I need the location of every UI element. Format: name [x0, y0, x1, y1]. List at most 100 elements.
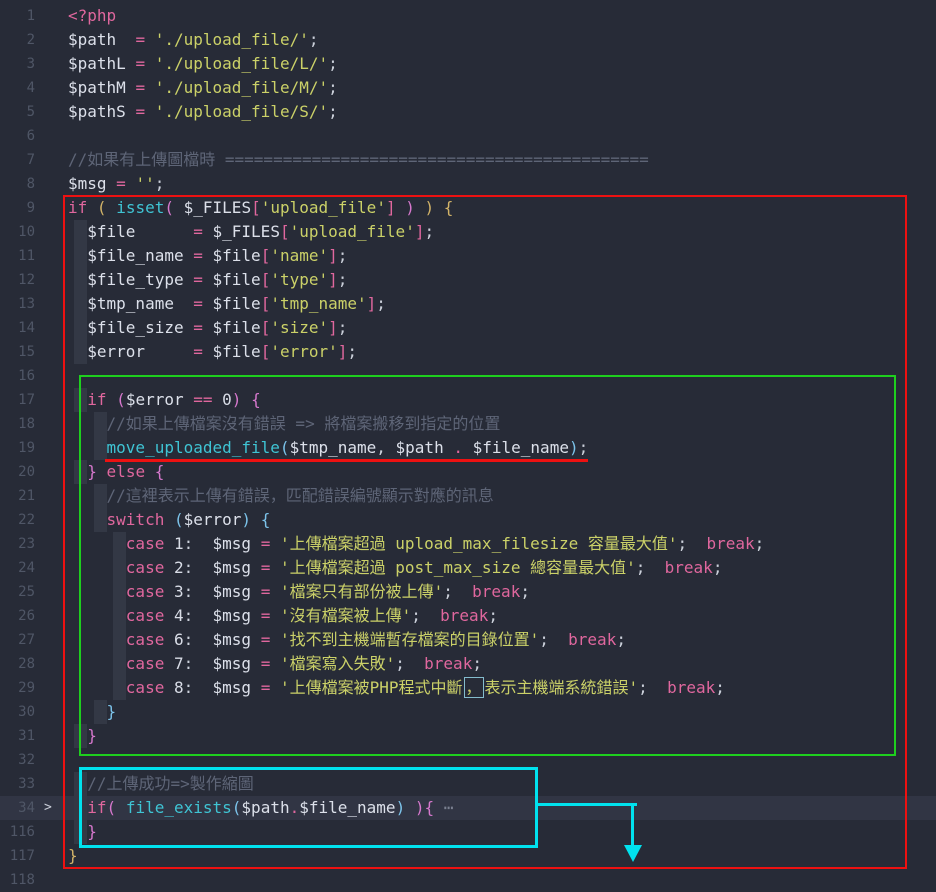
token-txt: ;: [395, 654, 424, 673]
token-var: $msg: [213, 678, 252, 697]
code-line-16: 16: [0, 364, 936, 388]
code-line-30: 30 }: [0, 700, 936, 724]
token-var: $error: [126, 390, 184, 409]
token-txt: [97, 462, 107, 481]
token-cmt: //如果上傳檔案沒有錯誤 => 將檔案搬移到指定的位置: [107, 414, 501, 433]
code-line-25: 25 case 3: $msg = '檔案只有部份被上傳'; break;: [0, 580, 936, 604]
token-txt: [184, 318, 194, 337]
token-kw: break: [568, 630, 616, 649]
token-op: =: [261, 654, 271, 673]
token-txt: [270, 534, 280, 553]
code-line-22: 22 switch ($error) {: [0, 508, 936, 532]
line-number: 14: [0, 316, 35, 340]
token-txt: [270, 606, 280, 625]
fold-chevron-icon[interactable]: >: [44, 796, 52, 820]
token-txt: ;: [338, 246, 348, 265]
code-text: }: [68, 820, 97, 844]
code-editor[interactable]: 1<?php2$path = './upload_file/';3$pathL …: [0, 0, 936, 892]
token-var: $path: [396, 438, 444, 457]
token-txt: [415, 198, 425, 217]
line-number: 22: [0, 508, 35, 532]
line-number: 13: [0, 292, 35, 316]
token-b1: {: [424, 798, 434, 817]
token-txt: [68, 246, 87, 265]
token-txt: ;: [488, 606, 498, 625]
token-b0: }: [68, 846, 78, 865]
token-var: $pathL: [68, 54, 126, 73]
line-number: 7: [0, 148, 35, 172]
token-txt: [68, 558, 126, 577]
line-number: 34: [0, 796, 35, 820]
token-txt: ;: [715, 678, 725, 697]
token-txt: [251, 510, 261, 529]
token-str: '沒有檔案被上傳': [280, 606, 411, 625]
token-b1: ): [405, 198, 415, 217]
token-txt: :: [184, 582, 213, 601]
token-var: $msg: [68, 174, 107, 193]
token-b1: {: [155, 462, 165, 481]
token-op: =: [116, 174, 126, 193]
code-text: }: [68, 844, 78, 868]
token-str: 'upload_file': [290, 222, 415, 241]
code-line-27: 27 case 6: $msg = '找不到主機端暫存檔案的目錄位置'; bre…: [0, 628, 936, 652]
code-line-14: 14 $file_size = $file['size'];: [0, 316, 936, 340]
token-kw: case: [126, 558, 165, 577]
token-txt: [164, 510, 174, 529]
line-number: 24: [0, 556, 35, 580]
token-txt: [68, 726, 87, 745]
code-text: move_uploaded_file($tmp_name, $path . $f…: [68, 436, 588, 460]
token-txt: [184, 270, 194, 289]
token-txt: ;: [539, 630, 568, 649]
token-num: 4: [174, 606, 184, 625]
token-op: =: [135, 102, 145, 121]
code-line-8: 8$msg = '';: [0, 172, 936, 196]
line-number: 10: [0, 220, 35, 244]
token-str: '找不到主機端暫存檔案的目錄位置': [280, 630, 539, 649]
token-txt: [68, 222, 87, 241]
token-txt: [68, 630, 126, 649]
token-txt: [203, 246, 213, 265]
line-number: 6: [0, 124, 35, 148]
token-op: =: [261, 582, 271, 601]
token-txt: ;: [579, 438, 589, 457]
token-var: $path: [241, 798, 289, 817]
token-txt: [126, 78, 136, 97]
token-b1: ): [232, 390, 242, 409]
token-b2: (: [280, 438, 290, 457]
token-str: '': [135, 174, 154, 193]
line-number: 16: [0, 364, 35, 388]
line-number: 118: [0, 868, 35, 892]
token-txt: [145, 102, 155, 121]
code-text: $msg = '';: [68, 172, 164, 196]
token-kw: if: [68, 198, 87, 217]
token-b1: }: [87, 462, 97, 481]
token-txt: ;: [328, 54, 338, 73]
token-txt: [164, 654, 174, 673]
code-line-15: 15 $error = $file['error'];: [0, 340, 936, 364]
token-var: $pathM: [68, 78, 126, 97]
token-var: $file_size: [87, 318, 183, 337]
token-var: $msg: [213, 534, 252, 553]
code-line-9: 9if ( isset( $_FILES['upload_file'] ) ) …: [0, 196, 936, 220]
token-op: ]: [328, 270, 338, 289]
token-kw: break: [440, 606, 488, 625]
code-text: $pathL = './upload_file/L/';: [68, 52, 338, 76]
code-line-24: 24 case 2: $msg = '上傳檔案超過 post_max_size …: [0, 556, 936, 580]
code-line-33: 33 //上傳成功=>製作縮圖: [0, 772, 936, 796]
token-op: [: [261, 294, 271, 313]
token-op: =: [193, 246, 203, 265]
token-op: =: [193, 318, 203, 337]
token-txt: [164, 558, 174, 577]
line-number: 32: [0, 748, 35, 772]
token-kw: case: [126, 678, 165, 697]
code-text: switch ($error) {: [68, 508, 270, 532]
token-var: $file_type: [87, 270, 183, 289]
token-op: =: [261, 630, 271, 649]
token-op: =: [193, 222, 203, 241]
token-txt: [68, 270, 87, 289]
code-line-1: 1<?php: [0, 4, 936, 28]
token-op: =: [193, 270, 203, 289]
token-txt: [107, 174, 117, 193]
token-txt: [251, 678, 261, 697]
token-str: './upload_file/': [155, 30, 309, 49]
